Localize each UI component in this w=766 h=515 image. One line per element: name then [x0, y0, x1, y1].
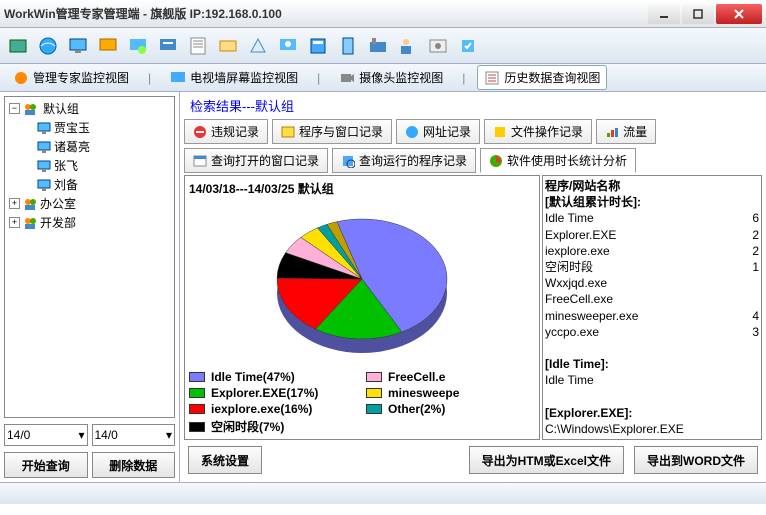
date-to[interactable]: ▾ [92, 424, 176, 446]
tool-icon-13[interactable] [364, 32, 392, 60]
legend-item: iexplore.exe(16%) [189, 402, 358, 416]
tool-icon-11[interactable] [304, 32, 332, 60]
date-from-input[interactable] [7, 428, 78, 442]
legend-item: FreeCell.e [366, 370, 535, 384]
tool-icon-10[interactable] [274, 32, 302, 60]
rtab-violation[interactable]: 违规记录 [184, 119, 268, 144]
tool-icon-4[interactable] [94, 32, 122, 60]
list-item[interactable]: Idle Time6 [545, 210, 759, 226]
export-word-button[interactable]: 导出到WORD文件 [634, 446, 758, 474]
rtab-usage[interactable]: 软件使用时长统计分析 [480, 148, 636, 173]
close-button[interactable] [716, 4, 762, 24]
rtab-flow[interactable]: 流量 [596, 119, 656, 144]
list-item[interactable]: minesweeper.exe4 [545, 308, 759, 324]
delete-button[interactable]: 删除数据 [92, 452, 176, 478]
collapse-icon[interactable]: − [9, 103, 20, 114]
list-item[interactable]: FreeCell.exe [545, 291, 759, 307]
list-item[interactable]: 空闲时段1 [545, 259, 759, 275]
tree-group-dev[interactable]: +开发部 [7, 213, 172, 232]
record-tabs-row1: 违规记录 程序与窗口记录 网址记录 文件操作记录 流量 [184, 119, 762, 144]
list-section: [默认组累计时长]: [545, 194, 759, 210]
tool-icon-7[interactable] [184, 32, 212, 60]
rtab-program-query[interactable]: 查询运行的程序记录 [332, 148, 476, 173]
tab-monitor[interactable]: 管理专家监控视图 [6, 65, 136, 90]
rtab-window-query[interactable]: 查询打开的窗口记录 [184, 148, 328, 173]
list-item[interactable]: yccpo.exe3 [545, 324, 759, 340]
legend-item: Explorer.EXE(17%) [189, 386, 358, 400]
sidebar: −默认组 贾宝玉 诸葛亮 张飞 刘备 +办公室 +开发部 ▾ ▾ 开始查询 删除… [0, 92, 180, 482]
content-area: 检索结果---默认组 违规记录 程序与窗口记录 网址记录 文件操作记录 流量 查… [180, 92, 766, 482]
query-button[interactable]: 开始查询 [4, 452, 88, 478]
pie-chart [189, 201, 535, 366]
date-to-input[interactable] [95, 428, 166, 442]
main-toolbar [0, 28, 766, 64]
list-item[interactable]: Explorer.EXE2 [545, 227, 759, 243]
tool-icon-2[interactable] [34, 32, 62, 60]
tool-icon-3[interactable] [64, 32, 92, 60]
tree-group-office[interactable]: +办公室 [7, 194, 172, 213]
tool-icon-5[interactable] [124, 32, 152, 60]
tree-client-2[interactable]: 诸葛亮 [35, 137, 172, 156]
date-from[interactable]: ▾ [4, 424, 88, 446]
expand-icon[interactable]: + [9, 198, 20, 209]
tab-history[interactable]: 历史数据查询视图 [477, 65, 607, 90]
chart-panel: 14/03/18---14/03/25 默认组 Idle Time(47%) F… [184, 175, 540, 440]
client-tree[interactable]: −默认组 贾宝玉 诸葛亮 张飞 刘备 +办公室 +开发部 [4, 96, 175, 418]
tree-client-1[interactable]: 贾宝玉 [35, 118, 172, 137]
tree-client-3[interactable]: 张飞 [35, 156, 172, 175]
tab-tvwall[interactable]: 电视墙屏幕监控视图 [163, 65, 305, 90]
search-result-label: 检索结果---默认组 [184, 94, 762, 117]
legend-item: minesweepe [366, 386, 535, 400]
list-item[interactable]: Idle Time [545, 372, 759, 388]
chevron-down-icon[interactable]: ▾ [78, 428, 84, 442]
record-tabs-row2: 查询打开的窗口记录 查询运行的程序记录 软件使用时长统计分析 [184, 148, 762, 173]
export-htm-button[interactable]: 导出为HTM或Excel文件 [469, 446, 624, 474]
legend-item: 空闲时段(7%) [189, 418, 358, 435]
tree-group-default[interactable]: −默认组 [7, 99, 172, 118]
program-list[interactable]: 程序/网站名称 [默认组累计时长]: Idle Time6 Explorer.E… [542, 175, 762, 440]
statusbar [0, 482, 766, 504]
settings-button[interactable]: 系统设置 [188, 446, 262, 474]
chart-legend: Idle Time(47%) FreeCell.e Explorer.EXE(1… [189, 370, 535, 435]
window-title: WorkWin管理专家管理端 - 旗舰版 IP:192.168.0.100 [4, 5, 282, 22]
list-section: [Idle Time]: [545, 356, 759, 372]
list-item[interactable]: Wxxjqd.exe [545, 275, 759, 291]
tree-client-4[interactable]: 刘备 [35, 175, 172, 194]
tab-camera[interactable]: 摄像头监控视图 [332, 65, 450, 90]
list-item[interactable]: C:\Windows\Explorer.EXE [545, 421, 759, 437]
maximize-button[interactable] [682, 4, 714, 24]
chart-title: 14/03/18---14/03/25 默认组 [189, 180, 535, 197]
tool-icon-6[interactable] [154, 32, 182, 60]
tool-icon-9[interactable] [244, 32, 272, 60]
list-header: 程序/网站名称 [545, 178, 759, 194]
legend-item: Idle Time(47%) [189, 370, 358, 384]
rtab-program[interactable]: 程序与窗口记录 [272, 119, 392, 144]
tool-icon-12[interactable] [334, 32, 362, 60]
chevron-down-icon[interactable]: ▾ [166, 428, 172, 442]
tool-icon-1[interactable] [4, 32, 32, 60]
tool-icon-16[interactable] [454, 32, 482, 60]
tool-icon-15[interactable] [424, 32, 452, 60]
titlebar: WorkWin管理专家管理端 - 旗舰版 IP:192.168.0.100 [0, 0, 766, 28]
list-item[interactable]: iexplore.exe2 [545, 243, 759, 259]
view-tabbar: 管理专家监控视图 | 电视墙屏幕监控视图 | 摄像头监控视图 | 历史数据查询视… [0, 64, 766, 92]
tool-icon-14[interactable] [394, 32, 422, 60]
expand-icon[interactable]: + [9, 217, 20, 228]
rtab-file[interactable]: 文件操作记录 [484, 119, 592, 144]
list-section: [Explorer.EXE]: [545, 405, 759, 421]
minimize-button[interactable] [648, 4, 680, 24]
rtab-url[interactable]: 网址记录 [396, 119, 480, 144]
footer-buttons: 系统设置 导出为HTM或Excel文件 导出到WORD文件 [184, 440, 762, 480]
legend-item: Other(2%) [366, 402, 535, 416]
tool-icon-8[interactable] [214, 32, 242, 60]
